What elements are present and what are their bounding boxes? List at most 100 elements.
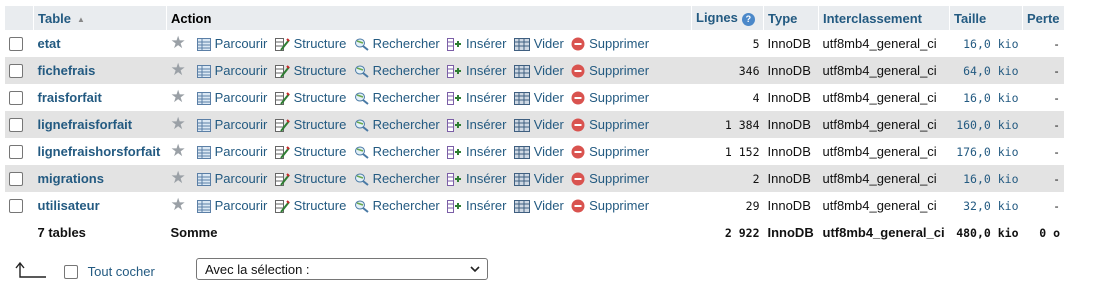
supprimer-label[interactable]: Supprimer [589,36,649,51]
rechercher-action[interactable]: Rechercher [354,63,440,78]
supprimer-label[interactable]: Supprimer [589,63,649,78]
check-all-label[interactable]: Tout cocher [88,264,155,279]
parcourir-action[interactable]: Parcourir [196,63,268,78]
table-name-link[interactable]: utilisateur [38,198,100,213]
vider-action[interactable]: Vider [513,171,564,186]
vider-action[interactable]: Vider [513,117,564,132]
inserer-label[interactable]: Insérer [466,171,506,186]
check-all[interactable]: Tout cocher [64,263,155,279]
inserer-action[interactable]: Insérer [447,144,506,159]
structure-label[interactable]: Structure [294,171,347,186]
structure-label[interactable]: Structure [294,63,347,78]
favorite-star-icon[interactable]: ★ [171,60,186,79]
row-checkbox[interactable] [9,118,23,133]
favorite-star-icon[interactable]: ★ [171,87,186,106]
inserer-label[interactable]: Insérer [466,117,506,132]
header-lignes[interactable]: Lignes? [691,6,764,30]
parcourir-label[interactable]: Parcourir [215,171,268,186]
structure-action[interactable]: Structure [274,63,347,78]
supprimer-label[interactable]: Supprimer [589,117,649,132]
vider-label[interactable]: Vider [534,36,564,51]
parcourir-label[interactable]: Parcourir [215,117,268,132]
vider-action[interactable]: Vider [513,198,564,213]
row-taille[interactable]: 32,0 kio [949,192,1023,219]
row-taille[interactable]: 160,0 kio [949,111,1023,138]
row-taille[interactable]: 16,0 kio [949,30,1023,57]
rechercher-label[interactable]: Rechercher [373,36,440,51]
structure-action[interactable]: Structure [274,117,346,132]
structure-label[interactable]: Structure [294,198,347,213]
vider-action[interactable]: Vider [513,144,564,159]
structure-label[interactable]: Structure [294,90,347,105]
parcourir-label[interactable]: Parcourir [215,36,268,51]
inserer-label[interactable]: Insérer [466,198,506,213]
supprimer-label[interactable]: Supprimer [589,171,649,186]
inserer-action[interactable]: Insérer [447,198,506,213]
table-name-link[interactable]: migrations [38,171,104,186]
supprimer-label[interactable]: Supprimer [589,90,649,105]
structure-label[interactable]: Structure [294,144,347,159]
parcourir-label[interactable]: Parcourir [215,63,268,78]
row-checkbox[interactable] [9,145,23,160]
inserer-label[interactable]: Insérer [466,90,506,105]
header-perte[interactable]: Perte [1022,6,1065,30]
structure-label[interactable]: Structure [294,36,347,51]
table-name-link[interactable]: lignefraishorsforfait [38,144,161,159]
favorite-star-icon[interactable]: ★ [171,168,186,187]
vider-label[interactable]: Vider [534,171,564,186]
supprimer-action[interactable]: Supprimer [571,144,649,159]
parcourir-label[interactable]: Parcourir [215,90,268,105]
structure-action[interactable]: Structure [274,144,347,159]
rechercher-label[interactable]: Rechercher [373,144,440,159]
structure-action[interactable]: Structure [274,90,347,105]
inserer-label[interactable]: Insérer [466,63,506,78]
vider-label[interactable]: Vider [534,90,564,105]
table-name-link[interactable]: fraisforfait [38,90,102,105]
rechercher-label[interactable]: Rechercher [373,198,440,213]
parcourir-label[interactable]: Parcourir [215,144,268,159]
favorite-star-icon[interactable]: ★ [171,195,186,214]
favorite-star-icon[interactable]: ★ [171,141,186,160]
supprimer-label[interactable]: Supprimer [589,144,649,159]
inserer-action[interactable]: Insérer [447,171,506,186]
parcourir-label[interactable]: Parcourir [215,198,268,213]
row-checkbox[interactable] [9,37,23,52]
check-all-checkbox[interactable] [64,264,78,279]
with-selected-select[interactable]: Avec la sélection : [196,258,488,280]
supprimer-action[interactable]: Supprimer [571,36,649,51]
inserer-action[interactable]: Insérer [447,63,506,78]
favorite-star-icon[interactable]: ★ [171,33,186,52]
rechercher-action[interactable]: Rechercher [354,117,440,132]
parcourir-action[interactable]: Parcourir [196,117,268,132]
rechercher-action[interactable]: Rechercher [354,198,440,213]
row-taille[interactable]: 16,0 kio [949,165,1023,192]
header-type[interactable]: Type [763,6,819,30]
structure-action[interactable]: Structure [274,36,347,51]
parcourir-action[interactable]: Parcourir [196,198,268,213]
row-checkbox[interactable] [9,172,23,187]
rechercher-action[interactable]: Rechercher [354,171,440,186]
supprimer-action[interactable]: Supprimer [571,117,649,132]
vider-label[interactable]: Vider [534,63,564,78]
vider-action[interactable]: Vider [513,90,564,105]
rechercher-label[interactable]: Rechercher [373,63,440,78]
inserer-action[interactable]: Insérer [447,36,506,51]
row-checkbox[interactable] [9,64,23,79]
inserer-label[interactable]: Insérer [466,36,506,51]
vider-label[interactable]: Vider [534,117,564,132]
parcourir-action[interactable]: Parcourir [196,36,268,51]
table-name-link[interactable]: etat [38,36,61,51]
supprimer-action[interactable]: Supprimer [571,63,649,78]
row-taille[interactable]: 176,0 kio [949,138,1023,165]
vider-action[interactable]: Vider [513,36,564,51]
inserer-action[interactable]: Insérer [447,90,506,105]
table-name-link[interactable]: fichefrais [38,63,96,78]
help-icon[interactable]: ? [741,12,755,26]
rechercher-label[interactable]: Rechercher [373,117,440,132]
supprimer-label[interactable]: Supprimer [589,198,649,213]
inserer-action[interactable]: Insérer [447,117,506,132]
header-interclassement[interactable]: Interclassement [818,6,950,30]
parcourir-action[interactable]: Parcourir [196,90,268,105]
vider-action[interactable]: Vider [513,63,564,78]
supprimer-action[interactable]: Supprimer [571,198,649,213]
